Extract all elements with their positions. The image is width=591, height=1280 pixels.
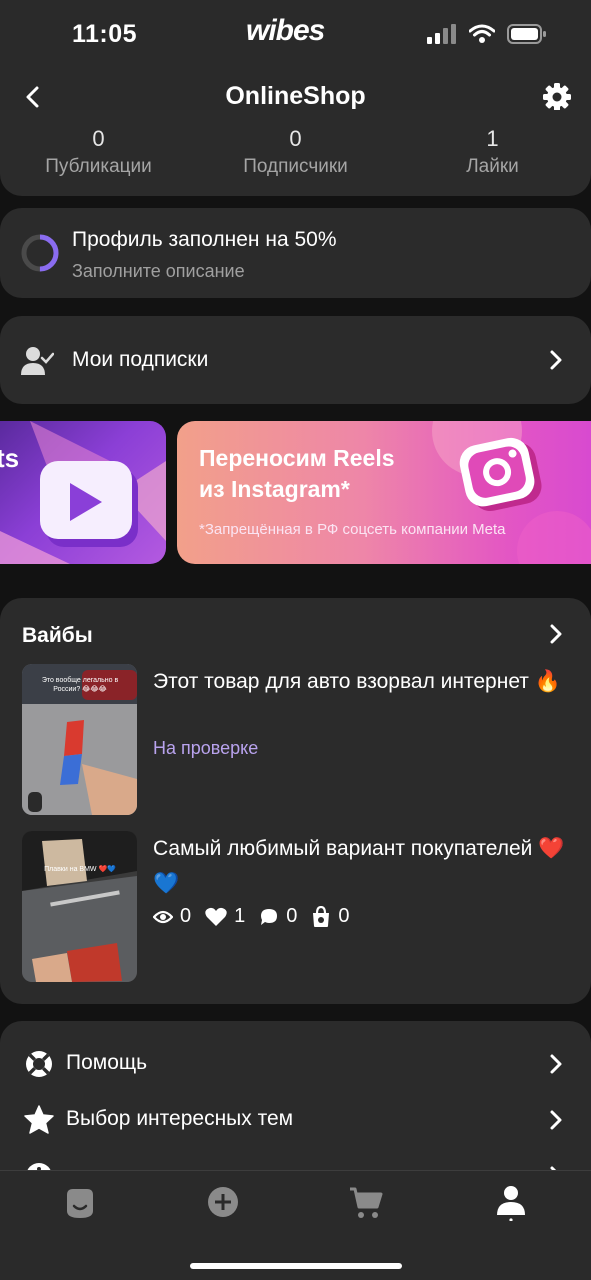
post-thumbnail-image (22, 831, 137, 982)
plus-circle-icon[interactable] (206, 1185, 240, 1221)
my-subscriptions-row[interactable]: Мои подписки (0, 316, 591, 404)
likes-count: 1 (234, 905, 246, 927)
tab-bar (0, 1170, 591, 1280)
stat-label: Подписчики (243, 156, 348, 177)
menu-item-label: Помощь (66, 1051, 148, 1074)
promo-banner-video[interactable]: ts (0, 421, 166, 564)
settings-menu: Помощь Выбор интересных тем (0, 1021, 591, 1191)
menu-item-label: Выбор интересных тем (66, 1107, 294, 1130)
play-icon (40, 461, 138, 547)
post-title: Самый любимый вариант покупателей ❤️💙 (153, 837, 565, 895)
stat-publications[interactable]: 0 Публикации (0, 110, 197, 196)
user-check-icon (21, 347, 54, 375)
purchases-metric: 0 (311, 905, 350, 928)
banner-title: Переносим Reels из Instagram* (199, 443, 459, 505)
user-icon[interactable] (494, 1185, 528, 1221)
stat-label: Публикации (45, 156, 152, 177)
profile-stats: 0 Публикации 0 Подписчики 1 Лайки (0, 110, 591, 196)
eye-icon (153, 910, 173, 923)
menu-item-topics[interactable]: Выбор интересных тем (0, 1095, 591, 1145)
banner-title-line2: из Instagram* (199, 476, 350, 502)
profile-progress-subtitle: Заполните описание (72, 261, 245, 281)
comments-count: 0 (286, 905, 298, 927)
comments-metric: 0 (259, 905, 297, 928)
home-indicator (190, 1263, 402, 1269)
chevron-right-icon (550, 350, 562, 370)
gear-icon[interactable] (541, 81, 573, 113)
stat-likes[interactable]: 1 Лайки (394, 110, 591, 196)
vibe-post[interactable]: Это вообще легально в России? 😂😂😂 Этот т… (22, 664, 582, 815)
instagram-icon (459, 437, 542, 512)
post-thumbnail[interactable]: Это вообще легально в России? 😂😂😂 (22, 664, 137, 815)
stat-label: Лайки (466, 156, 519, 177)
stat-value: 0 (289, 126, 302, 151)
smile-face-icon[interactable] (63, 1185, 97, 1221)
status-time: 11:05 (72, 20, 138, 48)
comment-icon (261, 908, 278, 925)
chevron-right-icon[interactable] (549, 623, 563, 645)
banner-title-line1: Переносим Reels (199, 445, 395, 471)
wifi-icon (469, 24, 495, 43)
banner-note: *Запрещённая в РФ соцсеть компании Meta (199, 521, 506, 538)
signal-icon (427, 24, 456, 44)
heart-icon (205, 907, 227, 926)
menu-item-help[interactable]: Помощь (0, 1039, 591, 1089)
profile-progress-card[interactable]: Профиль заполнен на 50% Заполните описан… (0, 208, 591, 298)
post-thumbnail[interactable]: Плавки на BMW ❤️💙 (22, 831, 137, 982)
status-icons (427, 24, 547, 44)
post-metrics: 0 1 0 0 (153, 905, 350, 928)
views-metric: 0 (153, 905, 191, 928)
post-title: Этот товар для авто взорвал интернет 🔥 (153, 670, 561, 693)
stat-value: 1 (486, 126, 499, 151)
profile-progress-title: Профиль заполнен на 50% (72, 228, 337, 251)
progress-ring-icon (21, 234, 59, 272)
thumb-caption: Плавки на BMW ❤️💙 (44, 866, 116, 873)
app-logo: wibes (246, 14, 325, 47)
chevron-right-icon (550, 1110, 562, 1130)
stat-value: 0 (92, 126, 105, 151)
vibe-post[interactable]: Плавки на BMW ❤️💙 Самый любимый вариант … (22, 831, 582, 982)
purchases-count: 0 (338, 905, 350, 927)
status-bar: 11:05 wibes (0, 0, 591, 70)
page-title: OnlineShop (225, 82, 366, 110)
stat-followers[interactable]: 0 Подписчики (197, 110, 394, 196)
vibes-title[interactable]: Вайбы (22, 624, 93, 648)
thumb-caption: Это вообще легально в России? 😂😂😂 (41, 677, 119, 693)
views-count: 0 (180, 905, 192, 927)
my-subscriptions-label: Мои подписки (72, 348, 209, 371)
lifebuoy-icon (26, 1051, 52, 1077)
cart-icon[interactable] (349, 1185, 383, 1221)
vibes-section: Вайбы Это вообще легально в России? 😂😂😂 … (0, 598, 591, 1004)
promo-banner-instagram[interactable]: Переносим Reels из Instagram* *Запрещённ… (177, 421, 591, 564)
star-icon (24, 1105, 54, 1134)
chevron-right-icon (550, 1054, 562, 1074)
likes-metric: 1 (205, 905, 245, 928)
battery-icon (507, 24, 546, 44)
shopping-bag-icon (313, 905, 330, 927)
post-status-badge: На проверке (153, 738, 259, 758)
banner-partial-text: ts (0, 443, 20, 473)
